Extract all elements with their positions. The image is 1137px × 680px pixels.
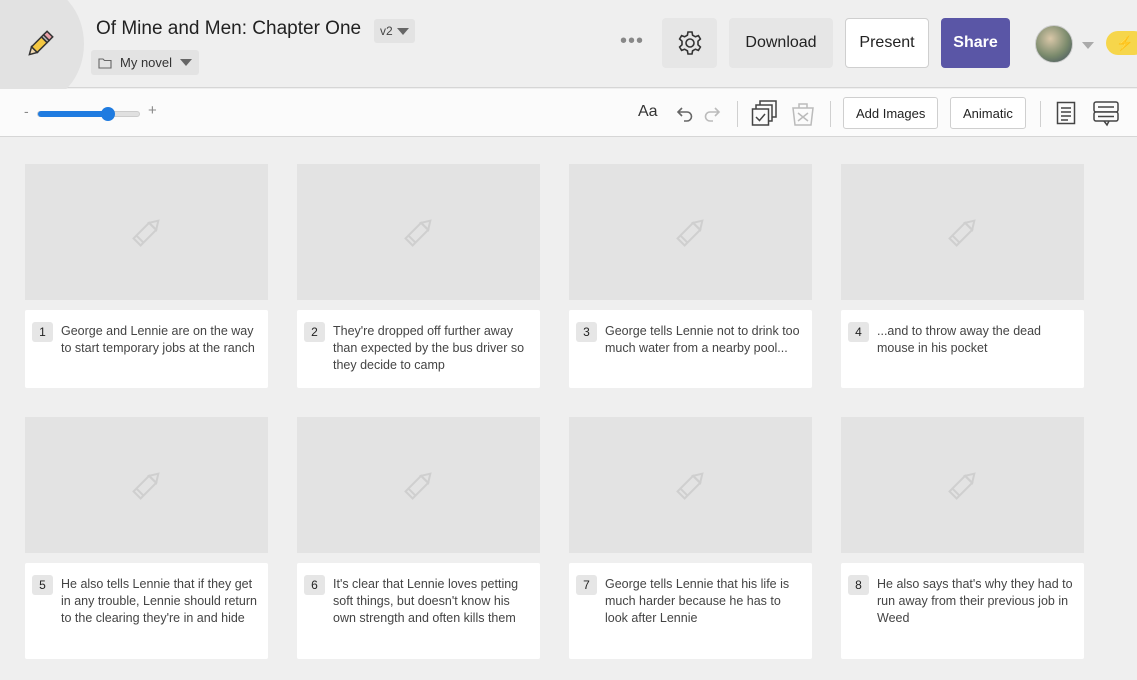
cell-description-box[interactable]: 5 He also tells Lennie that if they get … <box>25 563 268 659</box>
cell-image-placeholder[interactable] <box>25 417 268 553</box>
pencil-icon <box>675 472 704 500</box>
cell-number: 5 <box>32 575 53 595</box>
cell-description-box[interactable]: 4 ...and to throw away the dead mouse in… <box>841 310 1084 388</box>
cell-description: He also tells Lennie that if they get in… <box>61 577 257 625</box>
version-dropdown[interactable]: v2 <box>374 19 415 43</box>
cell-number: 7 <box>576 575 597 595</box>
pencil-icon <box>403 472 432 500</box>
storyboard-title[interactable]: Of Mine and Men: Chapter One <box>96 18 361 40</box>
cell-image-placeholder[interactable] <box>25 164 268 300</box>
animatic-button[interactable]: Animatic <box>950 97 1026 129</box>
cell-number: 4 <box>848 322 869 342</box>
editor-toolbar: - + Aa Add Images Animatic <box>0 89 1137 137</box>
lightning-icon: ⚡ <box>1116 34 1134 51</box>
cell-description: He also says that's why they had to run … <box>877 577 1073 625</box>
present-button[interactable]: Present <box>845 18 929 68</box>
cell-image-placeholder[interactable] <box>569 164 812 300</box>
font-size-button[interactable]: Aa <box>638 103 658 121</box>
trash-icon[interactable] <box>790 99 816 127</box>
folder-icon <box>98 57 112 69</box>
document-view-icon[interactable] <box>1056 101 1076 125</box>
zoom-slider[interactable] <box>37 107 140 121</box>
chevron-down-icon[interactable] <box>1082 42 1094 49</box>
settings-button[interactable] <box>662 18 717 68</box>
pencil-icon <box>947 219 976 247</box>
upgrade-badge[interactable]: ⚡ <box>1106 31 1137 55</box>
zoom-in-button[interactable]: + <box>148 102 157 119</box>
cell-number: 8 <box>848 575 869 595</box>
add-images-button[interactable]: Add Images <box>843 97 939 129</box>
app-header: Of Mine and Men: Chapter One v2 My novel… <box>0 0 1137 104</box>
chevron-down-icon <box>180 59 193 66</box>
cell-number: 3 <box>576 322 597 342</box>
cell-description: George and Lennie are on the way to star… <box>61 324 255 355</box>
cell-number: 2 <box>304 322 325 342</box>
toolbar-divider <box>1040 101 1041 127</box>
cell-image-placeholder[interactable] <box>297 164 540 300</box>
cell-number: 6 <box>304 575 325 595</box>
cell-description: George tells Lennie not to drink too muc… <box>605 324 800 355</box>
pencil-icon <box>403 219 432 247</box>
gear-icon <box>678 31 701 55</box>
undo-icon[interactable] <box>676 104 694 122</box>
chevron-down-icon <box>396 27 409 35</box>
pencil-icon <box>675 219 704 247</box>
cell-description-box[interactable]: 6 It's clear that Lennie loves petting s… <box>297 563 540 659</box>
cell-number: 1 <box>32 322 53 342</box>
zoom-slider-handle[interactable] <box>101 107 116 121</box>
cell-description-box[interactable]: 8 He also says that's why they had to ru… <box>841 563 1084 659</box>
cell-description: They're dropped off further away than ex… <box>333 324 525 372</box>
cell-description: ...and to throw away the dead mouse in h… <box>877 324 1041 355</box>
folder-dropdown[interactable]: My novel <box>91 50 200 75</box>
cell-description-box[interactable]: 7 George tells Lennie that his life is m… <box>569 563 812 659</box>
duplicate-cells-icon[interactable] <box>751 99 779 127</box>
cell-image-placeholder[interactable] <box>297 417 540 553</box>
cell-image-placeholder[interactable] <box>569 417 812 553</box>
more-options-icon[interactable]: ••• <box>620 30 644 53</box>
zoom-out-button[interactable]: - <box>24 103 29 119</box>
redo-icon[interactable] <box>703 104 721 122</box>
toolbar-divider <box>830 101 831 127</box>
cell-description-box[interactable]: 2 They're dropped off further away than … <box>297 310 540 388</box>
speech-bubbles-icon[interactable] <box>1092 99 1120 127</box>
cell-image-placeholder[interactable] <box>841 164 1084 300</box>
zoom-slider-fill <box>38 111 109 117</box>
pencil-icon <box>131 219 160 247</box>
version-label: v2 <box>380 24 393 38</box>
avatar[interactable] <box>1035 25 1073 63</box>
pencil-icon <box>131 472 160 500</box>
toolbar-divider <box>737 101 738 127</box>
pencil-icon <box>947 472 976 500</box>
cell-description: George tells Lennie that his life is muc… <box>605 577 790 625</box>
cell-image-placeholder[interactable] <box>841 417 1084 553</box>
pencil-logo-icon[interactable] <box>24 28 56 60</box>
share-button[interactable]: Share <box>941 18 1010 68</box>
cell-description-box[interactable]: 3 George tells Lennie not to drink too m… <box>569 310 812 388</box>
cell-description-box[interactable]: 1 George and Lennie are on the way to st… <box>25 310 268 388</box>
cell-description: It's clear that Lennie loves petting sof… <box>333 577 519 625</box>
folder-label: My novel <box>120 55 173 70</box>
download-button[interactable]: Download <box>729 18 833 68</box>
